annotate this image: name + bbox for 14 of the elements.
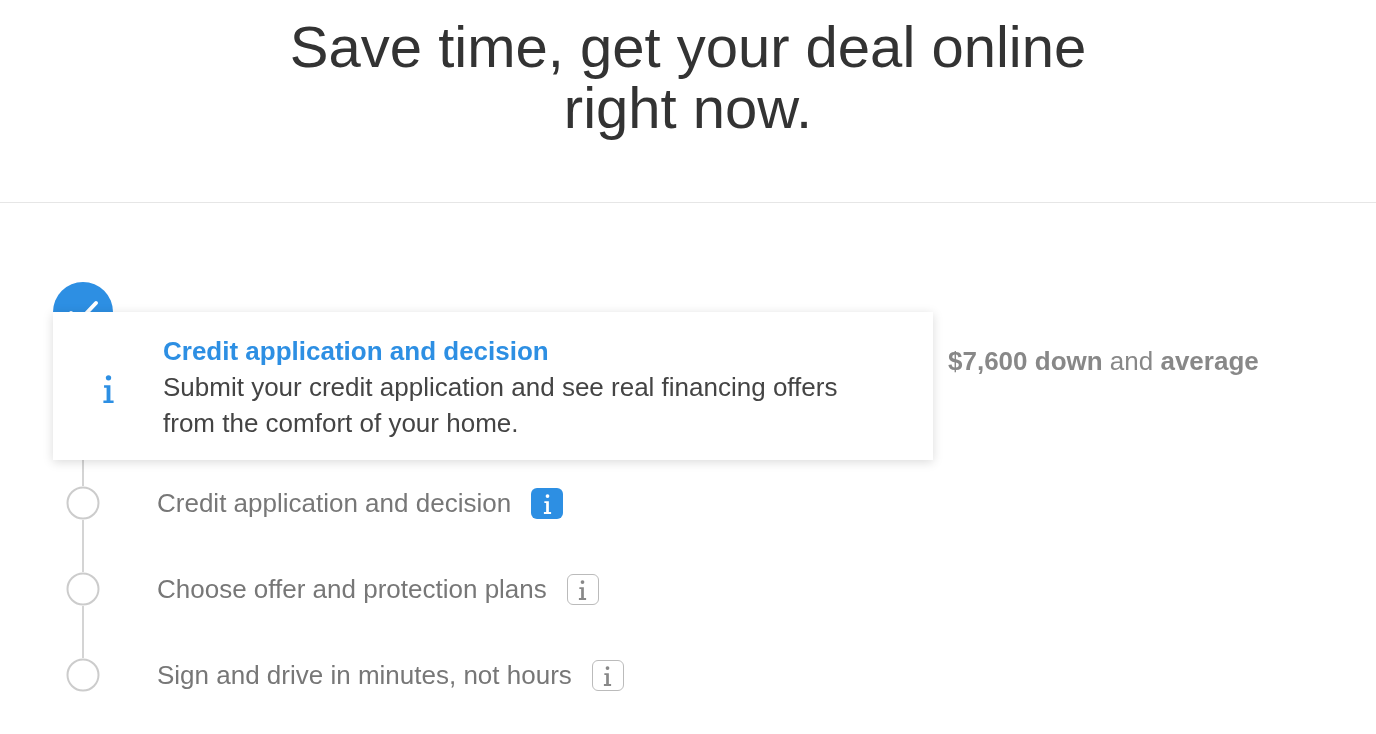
step-description: $7,600 down and average — [948, 346, 1259, 376]
info-button[interactable] — [566, 573, 599, 605]
info-button[interactable] — [531, 487, 564, 519]
page-heading: Save time, get your deal online right now. — [288, 16, 1088, 138]
step-title: Choose offer and protection plans — [157, 573, 547, 606]
info-icon — [542, 494, 552, 514]
info-icon — [578, 580, 588, 600]
tooltip-title: Credit application and decision — [163, 335, 549, 368]
info-icon — [603, 666, 613, 686]
info-icon — [101, 375, 115, 403]
info-button[interactable] — [591, 659, 624, 691]
step-title: Sign and drive in minutes, not hours — [157, 659, 572, 692]
step-title: Credit application and decision — [157, 487, 512, 520]
tooltip-body: Submit your credit application and see real financing offers from the comfort of your home. — [163, 371, 839, 440]
